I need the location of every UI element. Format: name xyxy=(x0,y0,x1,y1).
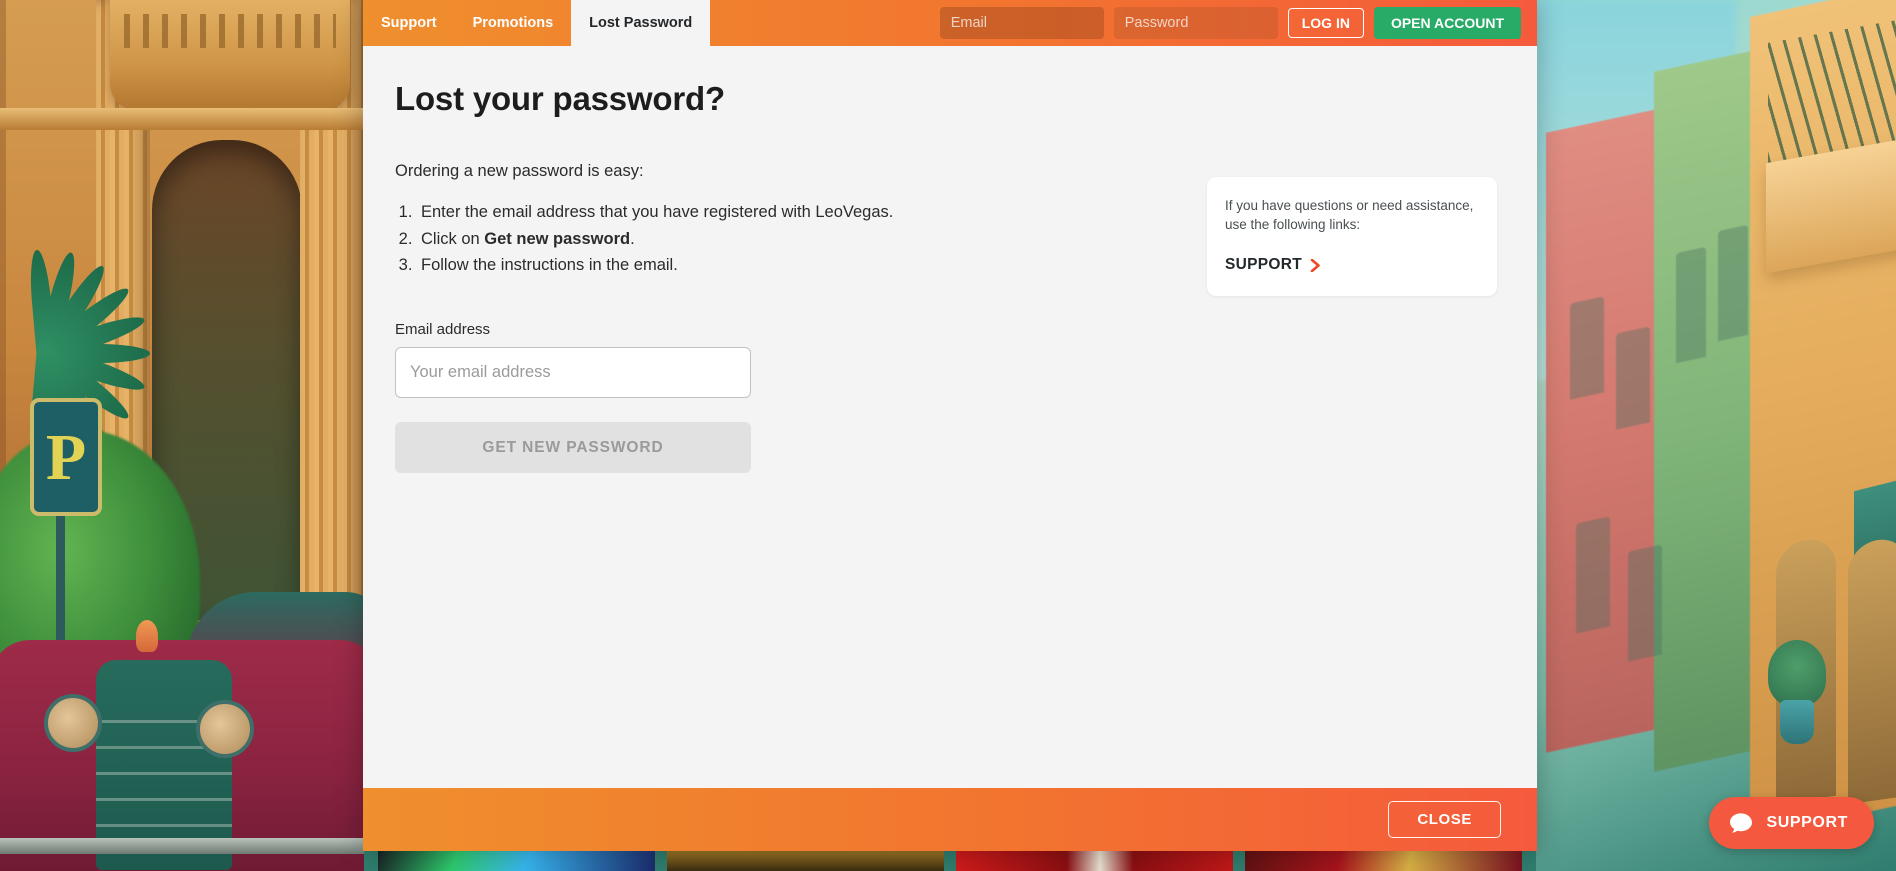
page-title: Lost your password? xyxy=(395,80,725,117)
car-hood-ornament xyxy=(136,620,158,652)
window xyxy=(1628,544,1662,662)
tab-promotions[interactable]: Promotions xyxy=(455,0,572,46)
step-text-tail: . xyxy=(630,229,635,248)
email-field-label: Email address xyxy=(395,321,491,339)
support-link[interactable]: SUPPORT xyxy=(1225,256,1321,274)
balcony-railing xyxy=(1768,17,1896,163)
support-link-label: SUPPORT xyxy=(1225,256,1303,274)
header-email-input[interactable] xyxy=(939,7,1104,39)
header-login-form: LOG IN OPEN ACCOUNT xyxy=(939,0,1537,46)
list-item: Click on Get new password. xyxy=(417,226,1035,253)
background-illustration-left: P xyxy=(0,0,364,871)
car-headlamp-right xyxy=(196,700,254,758)
list-item: Follow the instructions in the email. xyxy=(417,252,1035,279)
window xyxy=(1576,516,1610,634)
step-text: Enter the email address that you have re… xyxy=(421,203,894,221)
header-password-input[interactable] xyxy=(1113,7,1278,39)
modal-body: Lost your password? Ordering a new passw… xyxy=(363,46,1537,788)
window xyxy=(1718,224,1748,342)
chat-bubble-icon xyxy=(1730,813,1753,833)
header-spacer xyxy=(710,0,939,46)
car-bumper xyxy=(0,838,364,854)
get-new-password-button[interactable]: GET NEW PASSWORD xyxy=(395,422,751,474)
street-arch-right xyxy=(1848,535,1896,805)
instructions-lead: Ordering a new password is easy: xyxy=(395,162,644,180)
building-cornice xyxy=(0,108,364,130)
modal-tabs: Support Promotions Lost Password xyxy=(363,0,711,46)
step-text: Click on xyxy=(421,229,485,248)
parking-sign: P xyxy=(30,398,102,516)
help-card-text: If you have questions or need assistance… xyxy=(1225,198,1474,232)
modal-footer: CLOSE xyxy=(363,788,1537,851)
street-facade-green xyxy=(1654,48,1764,772)
tab-lost-password[interactable]: Lost Password xyxy=(571,0,711,46)
balcony-balusters xyxy=(124,14,336,48)
step-text: Follow the instructions in the email. xyxy=(421,256,678,275)
help-card: If you have questions or need assistance… xyxy=(1207,177,1497,297)
open-account-button[interactable]: OPEN ACCOUNT xyxy=(1373,7,1521,39)
email-field-group: Email address GET NEW PASSWORD xyxy=(395,321,1035,474)
email-input[interactable] xyxy=(395,347,751,399)
tab-support[interactable]: Support xyxy=(363,0,455,46)
plant-pot xyxy=(1780,700,1814,744)
window xyxy=(1616,326,1650,430)
support-chat-widget[interactable]: SUPPORT xyxy=(1709,797,1874,849)
page-root: P Support Promotions Lost Password Email… xyxy=(0,0,1896,871)
list-item: Enter the email address that you have re… xyxy=(417,199,1035,226)
car-headlamp-left xyxy=(44,694,102,752)
instructions-list: Enter the email address that you have re… xyxy=(417,199,1035,279)
window xyxy=(1570,296,1604,400)
close-button[interactable]: CLOSE xyxy=(1388,801,1501,838)
instructions-column: Ordering a new password is easy: Enter t… xyxy=(395,162,1035,474)
window xyxy=(1676,246,1706,364)
background-illustration-right xyxy=(1536,0,1896,871)
log-in-button[interactable]: LOG IN xyxy=(1287,8,1364,38)
chevron-right-icon xyxy=(1310,258,1320,272)
lost-password-modal: Support Promotions Lost Password LOG IN … xyxy=(363,0,1537,851)
step-emphasis: Get new password xyxy=(484,229,631,248)
support-widget-label: SUPPORT xyxy=(1766,814,1848,831)
modal-header: Support Promotions Lost Password LOG IN … xyxy=(363,0,1537,46)
potted-plant-foliage xyxy=(1768,640,1826,706)
